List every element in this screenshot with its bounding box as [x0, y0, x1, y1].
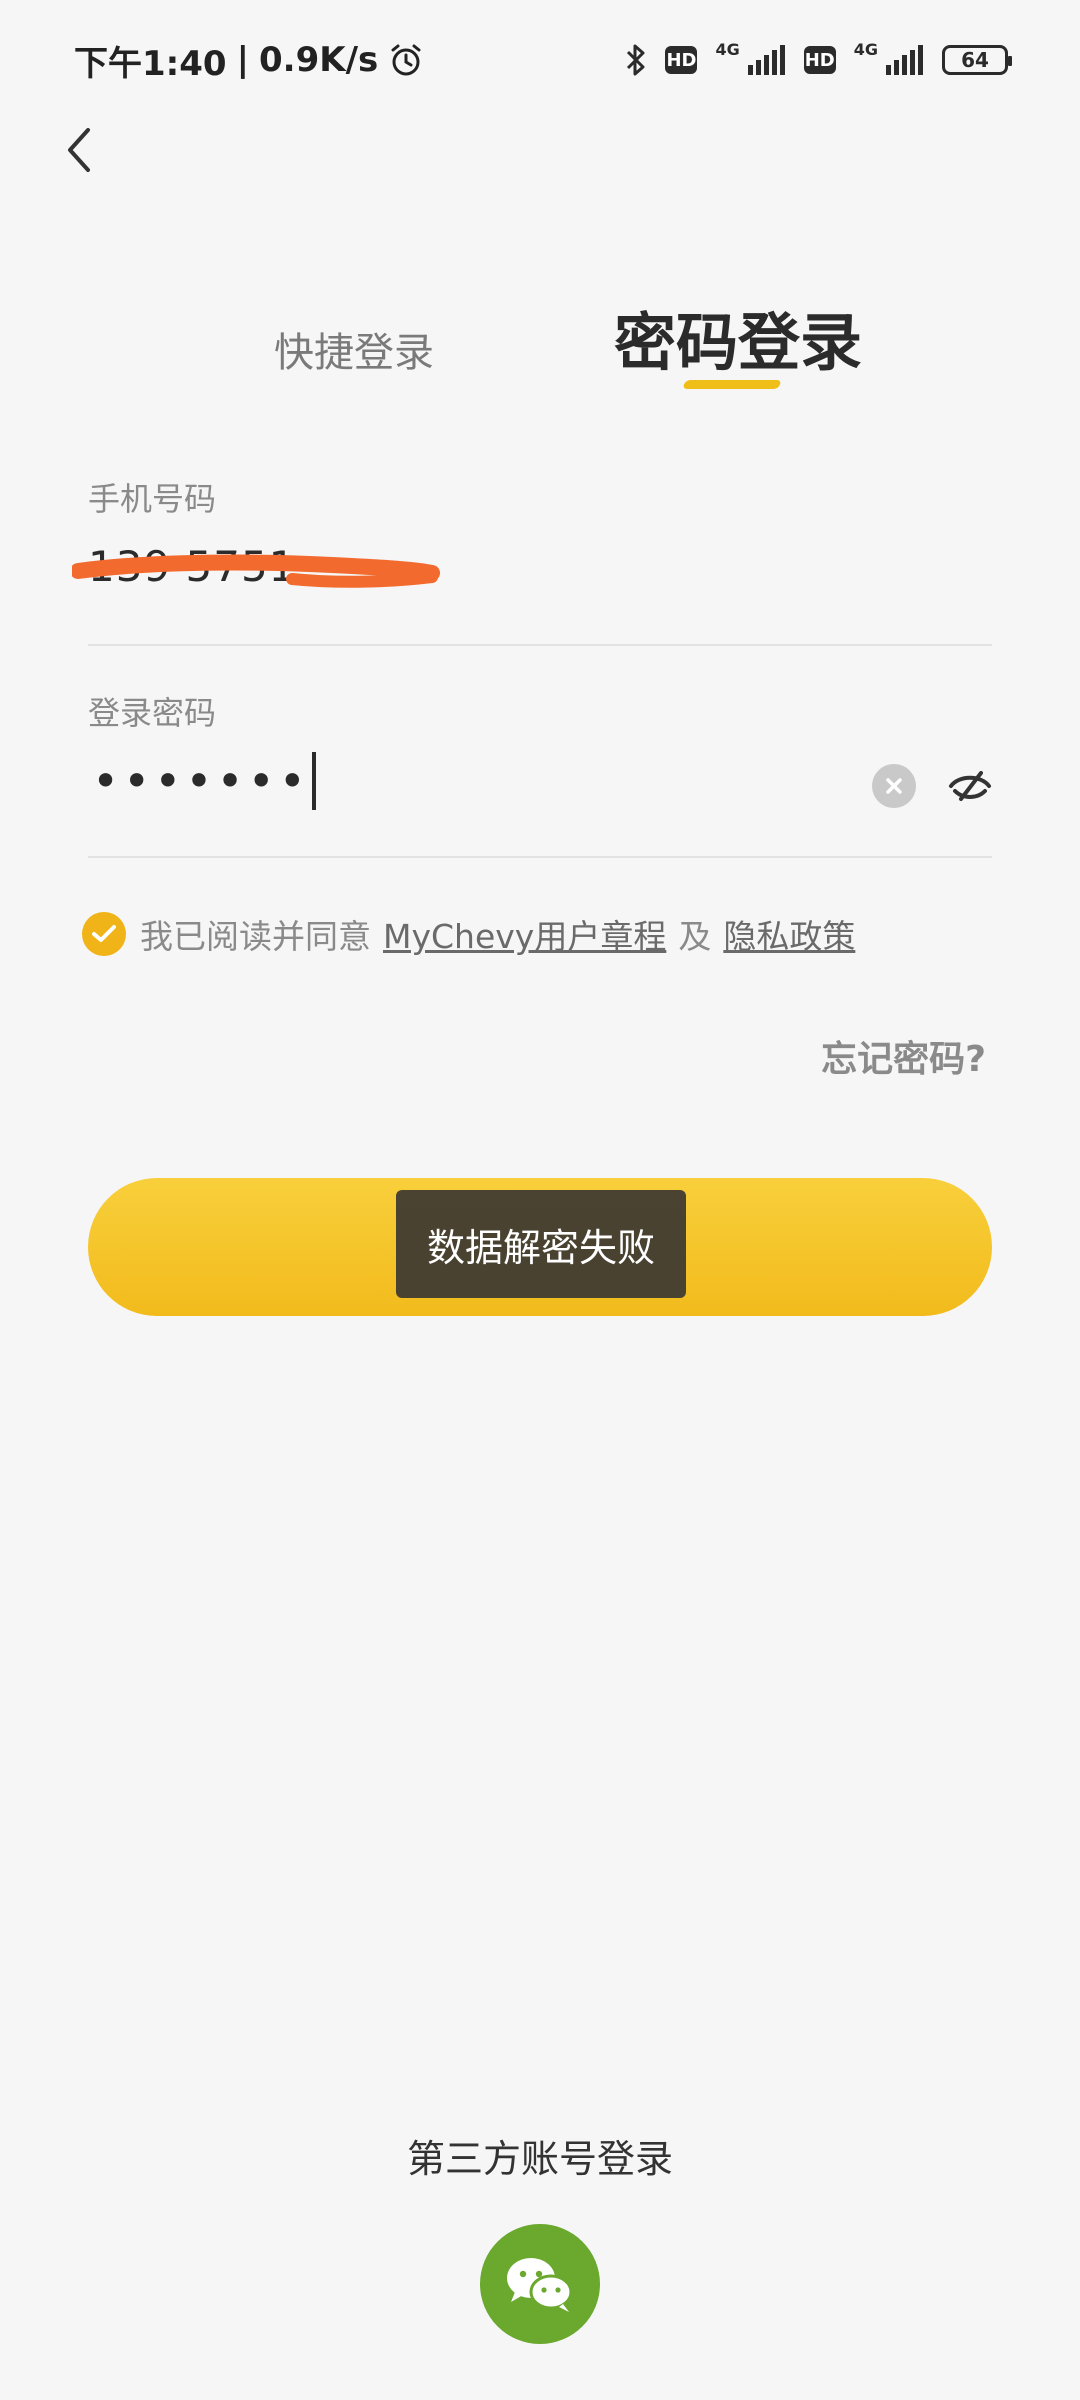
network-type-2: 4G	[853, 39, 878, 59]
password-input[interactable]: •••••••	[92, 752, 316, 810]
agreement-and: 及	[678, 917, 712, 956]
password-dots: •••••••	[92, 754, 310, 808]
agreement-text: 我已阅读并同意 MyChevy用户章程 及 隐私政策	[140, 912, 855, 956]
status-bar: 下午1:40 | 0.9K/s HD 4G HD 4G 64	[0, 0, 1080, 120]
network-type-1: 4G	[715, 39, 740, 59]
status-time: 下午1:40	[74, 43, 227, 84]
bluetooth-icon	[625, 43, 647, 77]
status-separator: |	[236, 40, 249, 80]
agreement-checkbox[interactable]	[82, 912, 126, 956]
text-caret	[311, 752, 316, 810]
clear-password-button[interactable]	[872, 764, 916, 808]
signal-icon-2	[884, 45, 924, 75]
chevron-left-icon	[68, 128, 90, 172]
password-divider	[88, 856, 992, 858]
signal-icon-1	[746, 45, 786, 75]
terms-link[interactable]: MyChevy用户章程	[383, 910, 666, 958]
wechat-icon	[507, 2258, 573, 2312]
hd-badge-2: HD	[803, 46, 836, 74]
status-net-speed: 0.9K/s	[259, 40, 379, 80]
status-right: HD 4G HD 4G 64	[625, 36, 1012, 84]
tab-active-indicator	[682, 380, 782, 389]
wechat-login-button[interactable]	[480, 2224, 600, 2344]
hd-badge-1: HD	[665, 46, 698, 74]
alarm-icon	[388, 42, 424, 78]
tab-quick-login[interactable]: 快捷登录	[274, 320, 434, 378]
checkmark-icon	[92, 925, 116, 942]
password-label: 登录密码	[88, 694, 217, 732]
redaction-scribble	[72, 554, 440, 588]
eye-off-icon	[949, 771, 991, 801]
close-icon	[886, 778, 902, 794]
third-party-login-label: 第三方账号登录	[406, 2137, 673, 2181]
toggle-password-visibility-button[interactable]	[946, 762, 994, 810]
privacy-link[interactable]: 隐私政策	[723, 910, 855, 958]
status-left: 下午1:40 | 0.9K/s	[74, 36, 424, 84]
phone-divider	[88, 644, 992, 646]
toast-message: 数据解密失败	[396, 1190, 686, 1298]
agreement-prefix: 我已阅读并同意	[140, 917, 371, 956]
forgot-password-link[interactable]: 忘记密码?	[821, 1030, 986, 1082]
tab-password-login[interactable]: 密码登录	[614, 292, 862, 382]
phone-label: 手机号码	[88, 480, 217, 518]
battery-indicator: 64	[942, 45, 1012, 75]
back-button[interactable]	[56, 120, 100, 180]
